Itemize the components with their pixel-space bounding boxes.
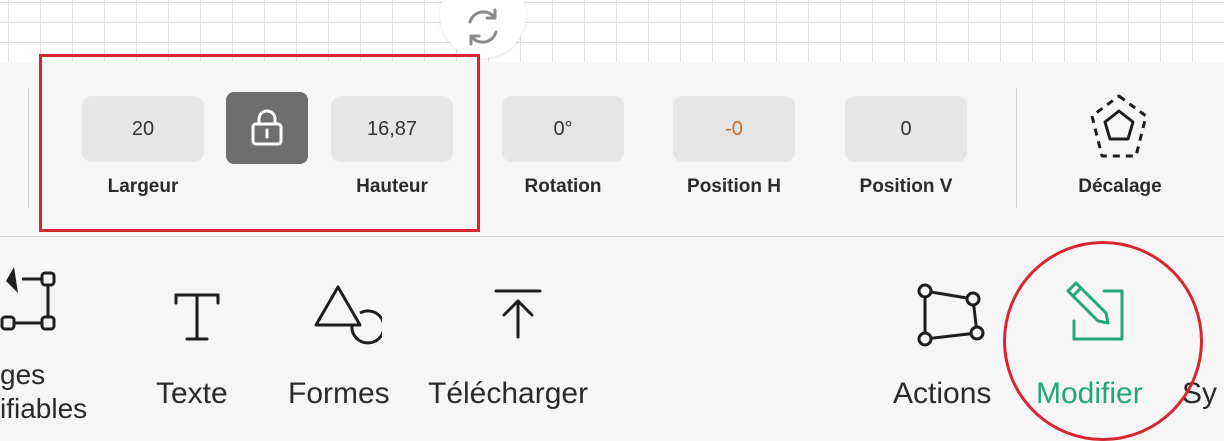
- lock-icon: [251, 109, 283, 146]
- actions-label: Actions: [893, 377, 992, 410]
- upload-icon: [494, 289, 542, 339]
- text-label: Texte: [156, 377, 228, 410]
- shapes-icon: [314, 285, 382, 345]
- width-label: Largeur: [107, 176, 179, 197]
- properties-toolbar: 20 Largeur 16,87 Hauteur 0° Rotation -0 …: [0, 54, 1224, 237]
- tool-bar: ges ifiables Texte Formes Télécharger Ac…: [0, 237, 1224, 441]
- upload-tool[interactable]: Télécharger: [428, 237, 618, 441]
- rotate-icon: [468, 8, 498, 46]
- divider: [28, 88, 29, 208]
- edit-tool[interactable]: Modifier: [1034, 237, 1170, 441]
- position-v-input[interactable]: 0: [845, 96, 967, 162]
- symbols-label: Sy: [1182, 377, 1218, 410]
- rotate-handle[interactable]: [440, 0, 526, 58]
- height-label: Hauteur: [356, 176, 428, 197]
- symbols-tool[interactable]: Sy: [1180, 237, 1224, 441]
- editable-images-tool[interactable]: ges ifiables: [0, 237, 130, 441]
- text-icon: [174, 293, 220, 341]
- offset-label[interactable]: Décalage: [1050, 175, 1190, 199]
- canvas-grid[interactable]: [0, 0, 1224, 62]
- divider: [1016, 88, 1017, 208]
- rotation-input[interactable]: 0°: [502, 96, 624, 162]
- text-tool[interactable]: Texte: [150, 237, 250, 441]
- rotation-label: Rotation: [524, 176, 602, 197]
- shapes-tool[interactable]: Formes: [284, 237, 404, 441]
- edit-pencil-icon: [1066, 281, 1124, 341]
- width-input[interactable]: 20: [82, 96, 204, 162]
- position-h-input[interactable]: -0: [673, 96, 795, 162]
- actions-tool[interactable]: Actions: [893, 237, 1009, 441]
- upload-label: Télécharger: [428, 377, 589, 410]
- editable-images-label-line2: ifiables: [0, 393, 88, 424]
- position-v-label: Position V: [859, 176, 953, 197]
- edit-label: Modifier: [1036, 377, 1143, 410]
- offset-pentagon-icon[interactable]: [1088, 92, 1150, 162]
- position-h-label: Position H: [687, 176, 781, 197]
- actions-polygon-icon: [917, 283, 985, 347]
- shapes-label: Formes: [288, 377, 390, 410]
- height-input[interactable]: 16,87: [331, 96, 453, 162]
- edit-nodes-icon: [0, 267, 56, 331]
- editable-images-label-line1: ges: [0, 359, 46, 390]
- aspect-lock-button[interactable]: [226, 92, 308, 164]
